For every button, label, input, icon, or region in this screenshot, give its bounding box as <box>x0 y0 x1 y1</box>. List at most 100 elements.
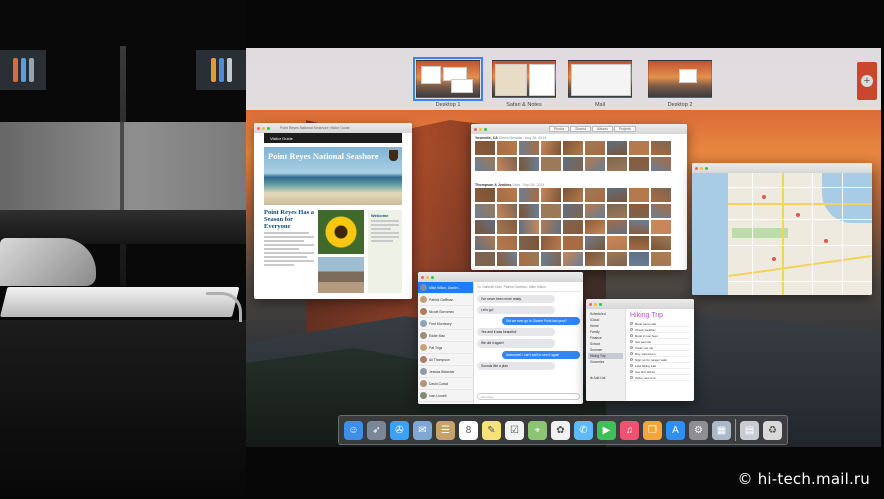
photo-thumbnail[interactable] <box>563 204 583 218</box>
minimize-icon[interactable] <box>426 275 429 279</box>
conversation-item[interactable]: Eddie Mac <box>418 330 473 342</box>
facetime-icon[interactable]: ▶ <box>597 420 616 440</box>
photo-thumbnail[interactable] <box>629 236 649 250</box>
photo-thumbnail[interactable] <box>541 188 561 202</box>
maps-icon[interactable]: ⌖ <box>528 420 547 440</box>
checkbox-icon[interactable] <box>630 322 633 325</box>
photo-thumbnail[interactable] <box>651 236 671 250</box>
photo-thumbnail[interactable] <box>475 204 495 218</box>
conversation-item[interactable]: Jessica Belasher <box>418 366 473 378</box>
window-titlebar[interactable]: Photos Shared Albums Projects <box>471 124 687 134</box>
photo-thumbnail[interactable] <box>607 141 627 155</box>
conversation-item[interactable]: Sabina Rendy <box>418 402 473 404</box>
tab-albums[interactable]: Albums <box>591 126 613 132</box>
photo-thumbnail[interactable] <box>651 252 671 266</box>
reminder-item[interactable]: Order new tent <box>630 375 690 381</box>
photo-thumbnail[interactable] <box>541 141 561 155</box>
checkbox-icon[interactable] <box>630 346 633 349</box>
photo-thumbnail[interactable] <box>651 141 671 155</box>
photo-thumbnail[interactable] <box>519 157 539 171</box>
photo-thumbnail[interactable] <box>563 157 583 171</box>
safari-icon[interactable]: ✇ <box>390 420 409 440</box>
conversation-item[interactable]: Ivan Linnett <box>418 390 473 402</box>
photo-thumbnail[interactable] <box>497 220 517 234</box>
system-preferences-icon[interactable]: ⚙ <box>689 420 708 440</box>
map-view[interactable] <box>692 173 872 295</box>
photo-thumbnail[interactable] <box>475 220 495 234</box>
ibooks-icon[interactable]: ❒ <box>643 420 662 440</box>
photo-thumbnail[interactable] <box>563 252 583 266</box>
close-icon[interactable] <box>695 166 698 170</box>
photo-thumbnail[interactable] <box>475 252 495 266</box>
map-pin-icon[interactable] <box>762 195 766 199</box>
reminders-window[interactable]: Scheduled iCloud Home Family Finance School Su… <box>586 299 694 401</box>
photo-thumbnail[interactable] <box>475 236 495 250</box>
photo-thumbnail[interactable] <box>563 188 583 202</box>
photo-thumbnail[interactable] <box>475 157 495 171</box>
checkbox-icon[interactable] <box>630 364 633 367</box>
minimize-icon[interactable] <box>700 166 703 170</box>
window-titlebar[interactable] <box>418 272 583 282</box>
photos-icon[interactable]: ✿ <box>551 420 570 440</box>
photo-thumbnail[interactable] <box>607 252 627 266</box>
notes-icon[interactable]: ✎ <box>482 420 501 440</box>
photo-thumbnail[interactable] <box>519 204 539 218</box>
photo-thumbnail[interactable] <box>585 141 605 155</box>
minimize-icon[interactable] <box>262 126 265 130</box>
minimize-icon[interactable] <box>594 302 597 306</box>
photo-thumbnail[interactable] <box>629 141 649 155</box>
tab-photos[interactable]: Photos <box>549 126 570 132</box>
conversation-item[interactable]: Patrick Gaffman <box>418 294 473 306</box>
safari-window[interactable]: Point Reyes National Seashore Visitor Gu… <box>254 123 412 299</box>
zoom-icon[interactable] <box>431 275 434 279</box>
close-icon[interactable] <box>421 275 424 279</box>
conversation-item[interactable]: Nicole Borromeo <box>418 306 473 318</box>
photo-thumbnail[interactable] <box>563 141 583 155</box>
photo-thumbnail[interactable] <box>607 236 627 250</box>
close-icon[interactable] <box>474 127 477 131</box>
map-pin-icon[interactable] <box>824 239 828 243</box>
contacts-icon[interactable]: ☰ <box>436 420 455 440</box>
tab-projects[interactable]: Projects <box>613 126 636 132</box>
conversation-item[interactable]: Ali Thompson <box>418 354 473 366</box>
photo-thumbnail[interactable] <box>475 188 495 202</box>
preview-icon[interactable]: ▦ <box>712 420 731 440</box>
space-safari-notes[interactable]: Safari & Notes <box>492 60 556 108</box>
photo-thumbnail[interactable] <box>519 188 539 202</box>
messages-window[interactable]: Mike Killion, Daniel... Patrick Gaffman Ni… <box>418 272 583 404</box>
zoom-icon[interactable] <box>267 126 270 130</box>
close-icon[interactable] <box>589 302 592 306</box>
photo-thumbnail[interactable] <box>519 252 539 266</box>
mail-stamp-icon[interactable]: ✉ <box>413 420 432 440</box>
photo-thumbnail[interactable] <box>607 188 627 202</box>
zoom-icon[interactable] <box>705 166 708 170</box>
photo-thumbnail[interactable] <box>541 204 561 218</box>
photo-thumbnail[interactable] <box>497 188 517 202</box>
minimize-icon[interactable] <box>479 127 482 131</box>
photo-thumbnail[interactable] <box>629 204 649 218</box>
photos-window[interactable]: Photos Shared Albums Projects Yosemite, … <box>471 124 687 270</box>
finder-icon[interactable]: ☺ <box>344 420 363 440</box>
launchpad-icon[interactable]: ➶ <box>367 420 386 440</box>
conversation-item[interactable]: David Curtail <box>418 378 473 390</box>
space-desktop-2[interactable]: Desktop 2 <box>648 60 712 108</box>
photo-thumbnail[interactable] <box>497 204 517 218</box>
messages-icon[interactable]: ✆ <box>574 420 593 440</box>
app-store-icon[interactable]: A <box>666 420 685 440</box>
reminders-icon[interactable]: ☑ <box>505 420 524 440</box>
checkbox-icon[interactable] <box>630 352 633 355</box>
checkbox-icon[interactable] <box>630 340 633 343</box>
window-titlebar[interactable] <box>586 299 694 309</box>
photo-thumbnail[interactable] <box>475 141 495 155</box>
photo-thumbnail[interactable] <box>497 236 517 250</box>
photo-thumbnail[interactable] <box>585 236 605 250</box>
window-titlebar[interactable]: Point Reyes National Seashore Visitor Gu… <box>254 123 412 133</box>
photo-thumbnail[interactable] <box>497 252 517 266</box>
photo-thumbnail[interactable] <box>585 252 605 266</box>
checkbox-icon[interactable] <box>630 370 633 373</box>
photo-thumbnail[interactable] <box>541 236 561 250</box>
photo-thumbnail[interactable] <box>629 188 649 202</box>
photo-thumbnail[interactable] <box>585 204 605 218</box>
space-desktop-1[interactable]: Desktop 1 <box>413 57 483 108</box>
zoom-icon[interactable] <box>484 127 487 131</box>
